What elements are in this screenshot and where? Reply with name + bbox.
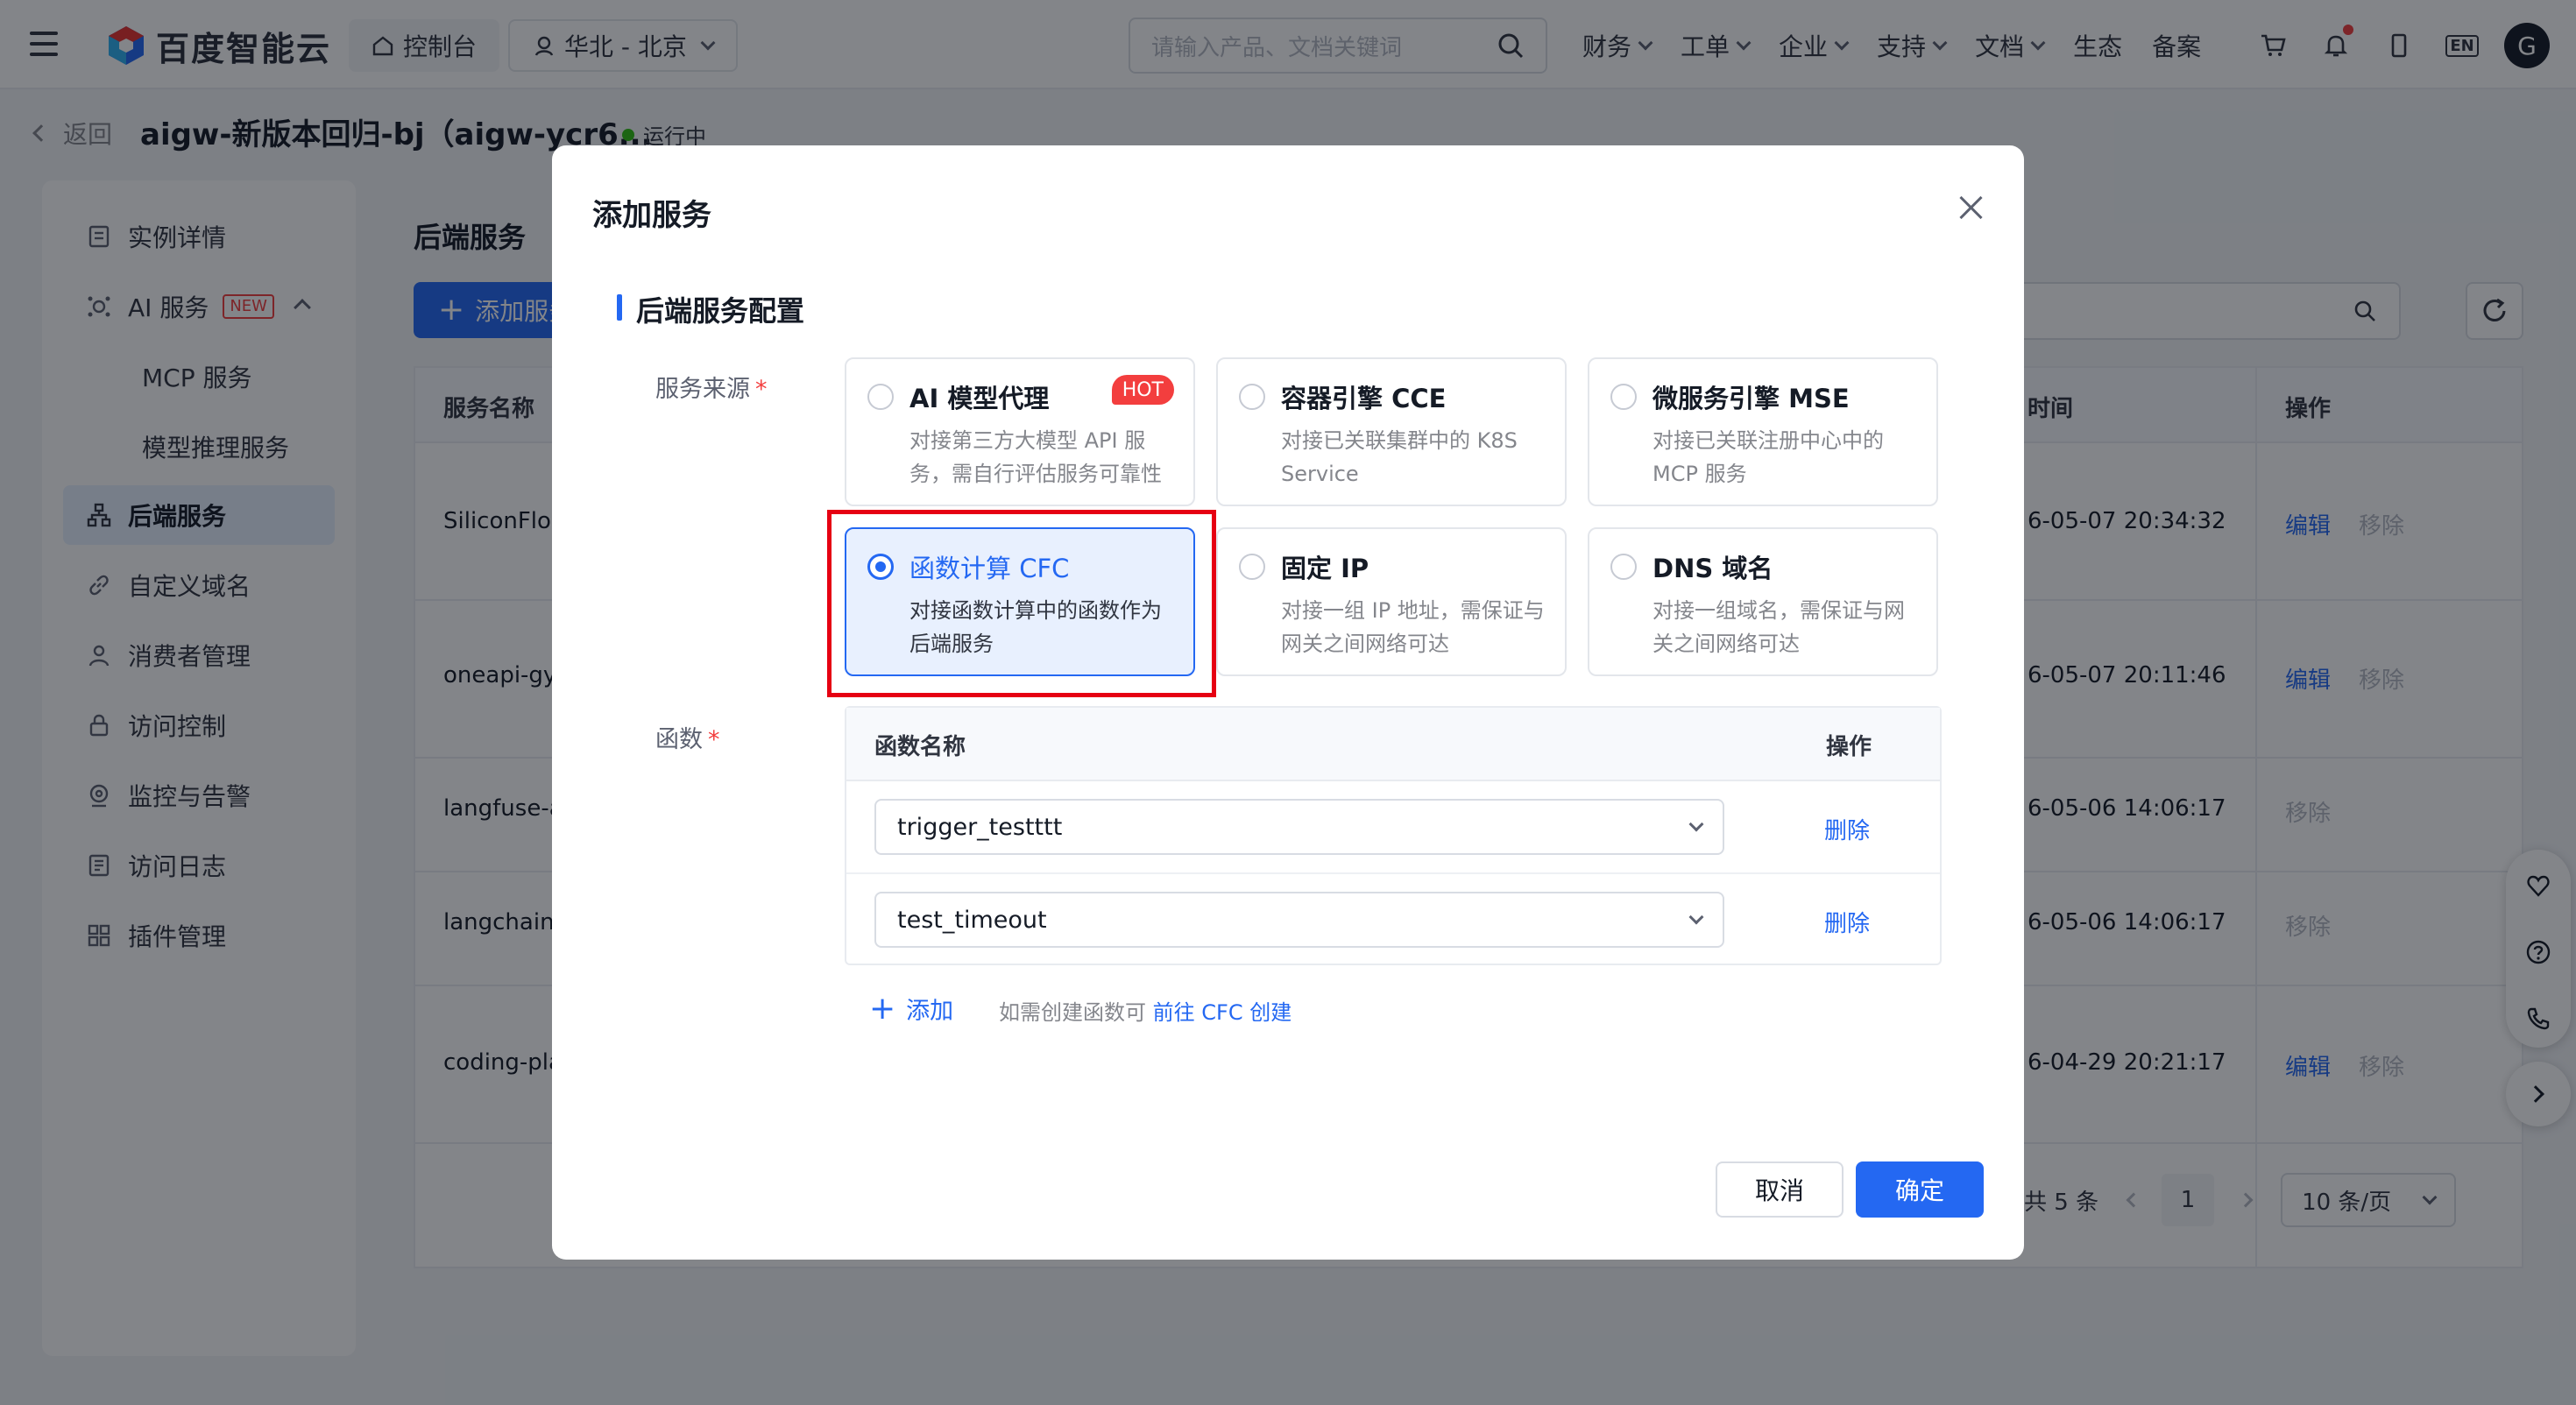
selection-highlight-box <box>827 510 1216 697</box>
source-card-fixed-ip[interactable]: 固定 IP 对接一组 IP 地址，需保证与网关之间网络可达 <box>1216 527 1567 676</box>
cancel-button[interactable]: 取消 <box>1716 1161 1844 1218</box>
radio-button[interactable] <box>1239 384 1265 410</box>
radio-button[interactable] <box>1610 554 1637 580</box>
function-label: 函数 * <box>655 720 720 754</box>
card-title: AI 模型代理 <box>909 384 1050 413</box>
add-service-dialog: 添加服务 后端服务配置 服务来源 * 函数 * <box>552 145 2024 1260</box>
card-description: 对接一组 IP 地址，需保证与网关之间网络可达 <box>1281 598 1545 656</box>
card-description: 对接一组域名，需保证与网关之间网络可达 <box>1652 598 1905 656</box>
add-function-label: 添加 <box>906 998 954 1025</box>
function-text: 函数 <box>655 726 703 753</box>
hot-badge: HOT <box>1111 375 1174 405</box>
card-description: 对接已关联注册中心中的 MCP 服务 <box>1652 428 1884 486</box>
function-row: test_timeout 删除 <box>846 874 1940 967</box>
delete-function-link[interactable]: 删除 <box>1824 906 1870 938</box>
confirm-button[interactable]: 确定 <box>1856 1161 1984 1218</box>
function-table: 函数名称 操作 trigger_testttt 删除 test_timeout … <box>845 706 1942 965</box>
col-function-name: 函数名称 <box>874 734 966 760</box>
card-title: 容器引擎 CCE <box>1281 384 1447 413</box>
card-title: 固定 IP <box>1281 554 1369 583</box>
source-card-mse[interactable]: 微服务引擎 MSE 对接已关联注册中心中的 MCP 服务 <box>1588 357 1938 506</box>
source-card-dns[interactable]: DNS 域名 对接一组域名，需保证与网关之间网络可达 <box>1588 527 1938 676</box>
function-select-value: test_timeout <box>897 906 1047 934</box>
source-card-cce[interactable]: 容器引擎 CCE 对接已关联集群中的 K8S Service <box>1216 357 1567 506</box>
card-title: DNS 域名 <box>1652 554 1773 583</box>
radio-button[interactable] <box>1610 384 1637 410</box>
required-mark: * <box>708 726 720 753</box>
add-function-button[interactable]: + 添加 <box>869 992 953 1026</box>
chevron-down-icon <box>1688 816 1704 832</box>
card-description: 对接第三方大模型 API 服务，需自行评估服务可靠性 <box>909 428 1162 486</box>
function-select[interactable]: test_timeout <box>874 892 1724 948</box>
chevron-down-icon <box>1688 909 1704 925</box>
plus-icon: + <box>869 990 896 1027</box>
service-source-label: 服务来源 * <box>655 370 768 404</box>
radio-button[interactable] <box>867 384 894 410</box>
service-source-text: 服务来源 <box>655 376 750 403</box>
function-select-value: trigger_testttt <box>897 813 1063 841</box>
delete-function-link[interactable]: 删除 <box>1824 813 1870 845</box>
card-title: 微服务引擎 MSE <box>1652 384 1850 413</box>
required-mark: * <box>755 376 768 403</box>
function-select[interactable]: trigger_testttt <box>874 799 1724 855</box>
go-to-cfc-link[interactable]: 前往 CFC 创建 <box>1153 1000 1292 1025</box>
dialog-title: 添加服务 <box>592 198 711 233</box>
close-icon[interactable] <box>1957 194 1984 221</box>
col-function-op: 操作 <box>1826 734 1872 760</box>
function-row: trigger_testttt 删除 <box>846 781 1940 874</box>
hint-text: 如需创建函数可 <box>999 1000 1146 1025</box>
function-table-header: 函数名称 操作 <box>846 708 1940 781</box>
card-description: 对接已关联集群中的 K8S Service <box>1281 428 1518 486</box>
source-card-ai-model-proxy[interactable]: AI 模型代理 HOT 对接第三方大模型 API 服务，需自行评估服务可靠性 <box>845 357 1195 506</box>
radio-button[interactable] <box>1239 554 1265 580</box>
create-function-hint: 如需创建函数可 前往 CFC 创建 <box>999 995 1292 1026</box>
section-title: 后端服务配置 <box>616 289 804 329</box>
